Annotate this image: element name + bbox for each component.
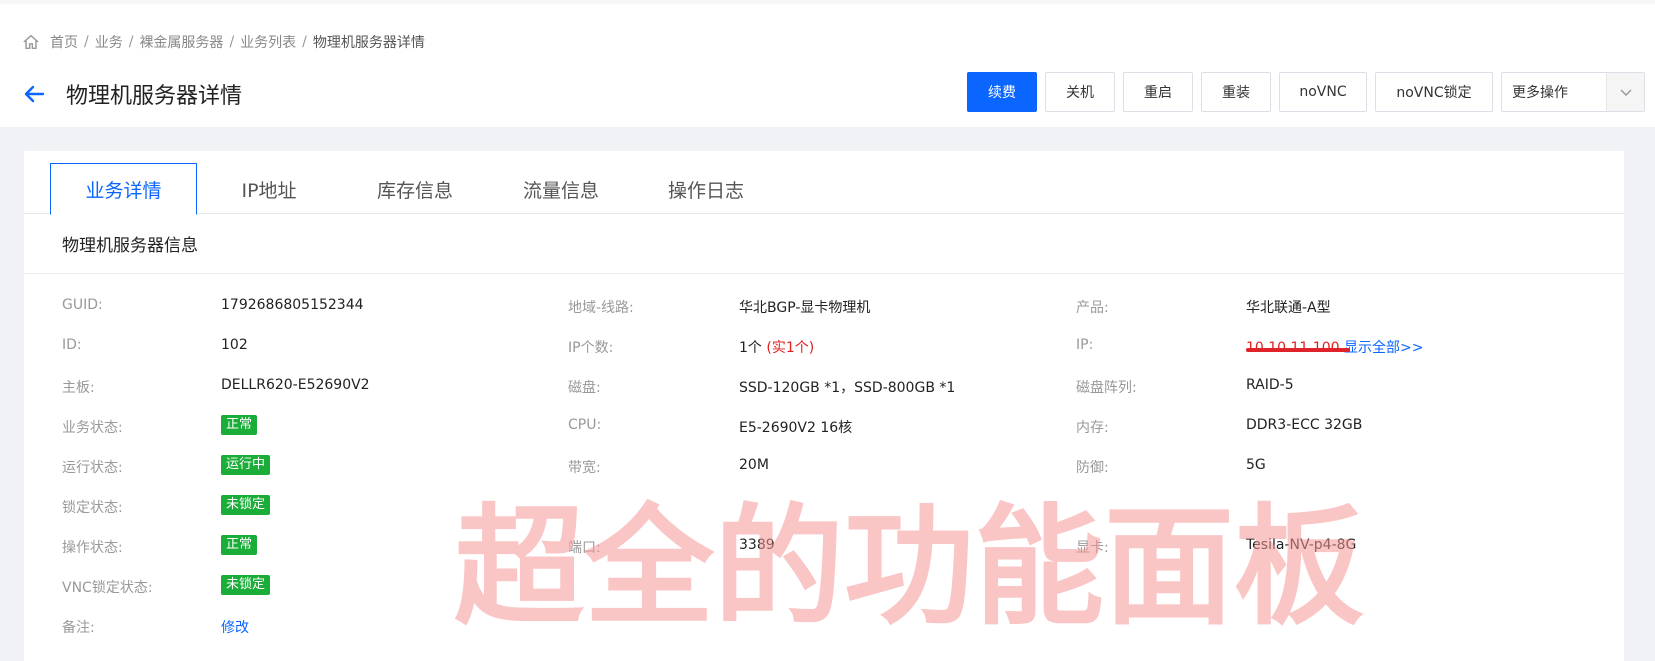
show-all-ip-link[interactable]: 显示全部>>	[1344, 340, 1423, 356]
renew-button[interactable]: 续费	[967, 72, 1037, 112]
product-label: 产品:	[1076, 300, 1109, 316]
cpu-value: E5-2690V2 16核	[739, 420, 853, 436]
breadcrumb-separator: /	[229, 34, 235, 50]
section-title: 物理机服务器信息	[62, 236, 198, 256]
product-value: 华北联通-A型	[1246, 300, 1331, 316]
region-line-label: 地域-线路:	[568, 300, 634, 316]
id-value: 102	[221, 337, 248, 353]
breadcrumb: 首页 / 业务 / 裸金属服务器 / 业务列表 / 物理机服务器详情	[22, 30, 425, 54]
more-actions-toggle[interactable]	[1606, 73, 1644, 111]
ip-label: IP:	[1076, 337, 1094, 353]
status-badge: 未锁定	[221, 575, 271, 595]
more-actions-label: 更多操作	[1512, 85, 1568, 101]
title-row: 物理机服务器详情	[22, 74, 242, 114]
shutdown-button[interactable]: 关机	[1045, 72, 1115, 112]
business-status-value: 正常	[221, 415, 258, 435]
more-actions-select[interactable]: 更多操作	[1501, 72, 1645, 112]
breadcrumb-separator: /	[84, 34, 89, 50]
raid-value: RAID-5	[1246, 377, 1294, 393]
status-badge: 正常	[221, 415, 258, 435]
port-value: 3389	[739, 537, 775, 553]
status-badge: 未锁定	[221, 495, 271, 515]
operation-status-label: 操作状态:	[62, 540, 123, 556]
action-bar: 续费 关机 重启 重装 noVNC noVNC锁定 更多操作	[967, 72, 1645, 112]
tab-operation-log[interactable]: 操作日志	[646, 163, 766, 215]
breadcrumb-separator: /	[302, 34, 307, 50]
remark-label: 备注:	[62, 620, 95, 636]
port-label: 端口:	[568, 540, 601, 556]
ip-count-number: 1个	[739, 340, 762, 356]
tab-bar: 业务详情 IP地址 库存信息 流量信息 操作日志	[24, 151, 1624, 215]
breadcrumb-business[interactable]: 业务	[95, 32, 123, 52]
raid-label: 磁盘阵列:	[1076, 380, 1137, 396]
page-title: 物理机服务器详情	[66, 84, 243, 109]
defense-label: 防御:	[1076, 460, 1109, 476]
ip-count-actual: (实1个)	[766, 340, 815, 356]
bandwidth-value: 20M	[739, 457, 769, 473]
gpu-label: 显卡:	[1076, 540, 1109, 556]
breadcrumb-home[interactable]: 首页	[50, 32, 78, 52]
vnc-lock-status-label: VNC锁定状态:	[62, 580, 153, 596]
gpu-value: Tesila-NV-p4-8G	[1246, 537, 1357, 553]
lock-status-value: 未锁定	[221, 495, 271, 515]
novnc-button[interactable]: noVNC	[1279, 72, 1367, 112]
guid-label: GUID:	[62, 297, 103, 313]
id-label: ID:	[62, 337, 82, 353]
motherboard-value: DELLR620-E52690V2	[221, 377, 370, 393]
disk-label: 磁盘:	[568, 380, 601, 396]
breadcrumb-business-list[interactable]: 业务列表	[240, 32, 296, 52]
back-arrow-icon[interactable]	[22, 82, 46, 106]
tab-ip-address[interactable]: IP地址	[209, 163, 329, 215]
cpu-label: CPU:	[568, 417, 602, 433]
memory-value: DDR3-ECC 32GB	[1246, 417, 1363, 433]
ip-value: 10.10.11.100 显示全部>>	[1246, 337, 1423, 357]
reinstall-button[interactable]: 重装	[1201, 72, 1271, 112]
run-status-label: 运行状态:	[62, 460, 123, 476]
breadcrumb-separator: /	[128, 34, 134, 50]
status-badge: 正常	[221, 535, 258, 555]
business-status-label: 业务状态:	[62, 420, 123, 436]
vnc-lock-status-value: 未锁定	[221, 575, 271, 595]
restart-button[interactable]: 重启	[1123, 72, 1193, 112]
motherboard-label: 主板:	[62, 380, 95, 396]
lock-status-label: 锁定状态:	[62, 500, 123, 516]
tab-business-detail[interactable]: 业务详情	[50, 163, 197, 215]
page-header: 首页 / 业务 / 裸金属服务器 / 业务列表 / 物理机服务器详情 物理机服务…	[0, 4, 1655, 127]
operation-status-value: 正常	[221, 535, 258, 555]
home-icon[interactable]	[22, 33, 40, 51]
guid-value: 1792686805152344	[221, 297, 364, 313]
bandwidth-label: 带宽:	[568, 460, 601, 476]
status-badge: 运行中	[221, 455, 271, 475]
detail-card: 业务详情 IP地址 库存信息 流量信息 操作日志 物理机服务器信息 GUID: …	[24, 151, 1624, 661]
breadcrumb-bare-metal[interactable]: 裸金属服务器	[139, 32, 223, 52]
page-gutter	[1624, 127, 1655, 661]
defense-value: 5G	[1246, 457, 1266, 473]
disk-value: SSD-120GB *1，SSD-800GB *1	[739, 380, 956, 396]
region-line-value: 华北BGP-显卡物理机	[739, 300, 871, 316]
ip-count-value: 1个 (实1个)	[739, 337, 814, 357]
chevron-down-icon	[1619, 89, 1632, 97]
tab-traffic[interactable]: 流量信息	[501, 163, 621, 215]
tab-inventory[interactable]: 库存信息	[355, 163, 475, 215]
memory-label: 内存:	[1076, 420, 1109, 436]
ip-address-redacted: 10.10.11.100	[1246, 340, 1340, 356]
edit-remark-link[interactable]: 修改	[221, 617, 249, 637]
ip-count-label: IP个数:	[568, 340, 614, 356]
breadcrumb-current: 物理机服务器详情	[312, 35, 425, 51]
divider	[24, 273, 1624, 274]
novnc-lock-button[interactable]: noVNC锁定	[1375, 72, 1493, 112]
run-status-value: 运行中	[221, 455, 271, 475]
